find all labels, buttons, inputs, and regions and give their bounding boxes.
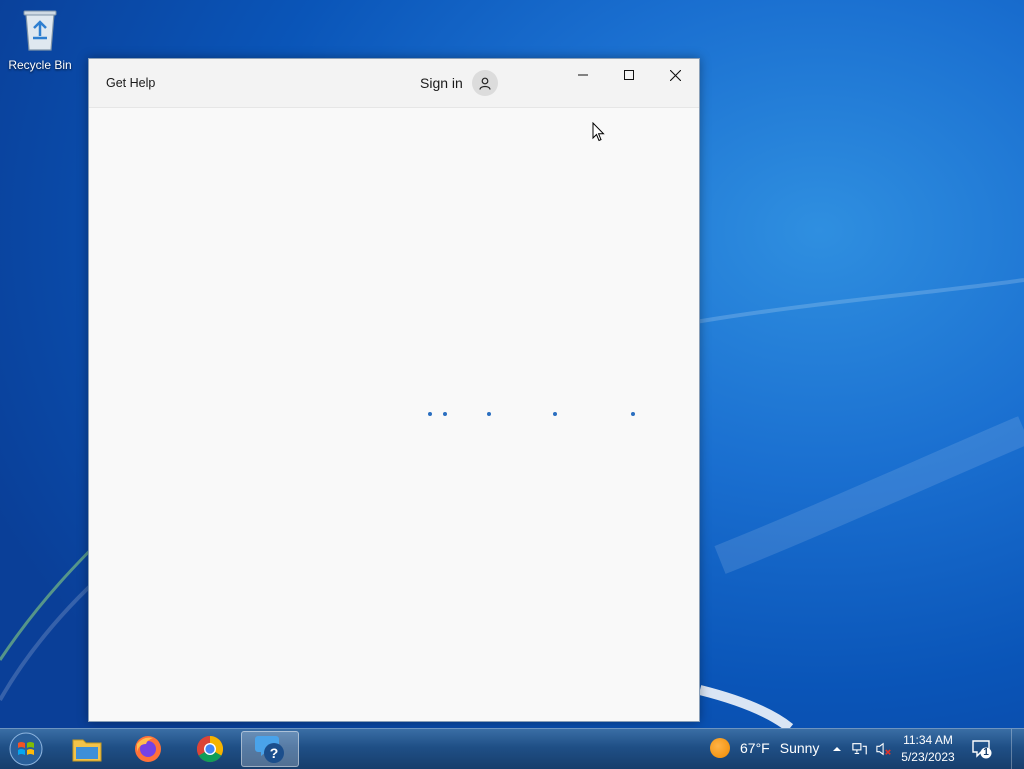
chevron-up-icon <box>833 747 841 751</box>
get-help-window: Get Help Sign in <box>88 58 700 722</box>
svg-text:?: ? <box>270 745 279 761</box>
firefox-icon <box>135 736 161 762</box>
desktop-icon-label: Recycle Bin <box>8 58 72 72</box>
folder-icon <box>72 739 102 762</box>
taskbar-firefox[interactable] <box>119 731 177 767</box>
sun-icon <box>710 738 730 758</box>
system-clock[interactable]: 11:34 AM 5/23/2023 <box>892 732 964 766</box>
network-status-icon[interactable] <box>852 741 868 757</box>
clock-time: 11:34 AM <box>903 733 953 747</box>
taskbar-file-explorer[interactable] <box>58 731 116 767</box>
help-content-area <box>89 108 699 721</box>
desktop-icon-recycle-bin[interactable]: Recycle Bin <box>4 6 76 78</box>
windows-logo-icon <box>9 732 43 766</box>
minimize-button[interactable] <box>560 59 606 91</box>
loading-dot <box>428 412 432 416</box>
weather-condition: Sunny <box>779 740 820 756</box>
sign-in-button[interactable]: Sign in <box>420 70 498 96</box>
minimize-icon <box>578 74 588 76</box>
window-title: Get Help <box>106 76 156 90</box>
taskbar-get-help[interactable]: ? <box>241 731 299 767</box>
maximize-icon <box>624 70 634 80</box>
mouse-cursor-icon <box>592 122 605 142</box>
loading-dot <box>631 412 635 416</box>
action-center-button[interactable]: 1 <box>972 739 992 759</box>
recycle-bin-icon <box>23 10 57 51</box>
show-hidden-icons-button[interactable] <box>829 741 845 757</box>
clock-date: 5/23/2023 <box>901 750 955 764</box>
get-help-icon: ? <box>255 736 284 763</box>
close-button[interactable] <box>652 59 698 91</box>
loading-dot <box>443 412 447 416</box>
weather-temperature: 67°F <box>740 740 770 756</box>
chrome-icon <box>196 735 224 763</box>
taskbar: ? 67°F Sunny 11:34 AM 5/23/2023 1 <box>0 728 1024 769</box>
loading-dot <box>553 412 557 416</box>
taskbar-chrome[interactable] <box>181 731 239 767</box>
weather-widget[interactable]: 67°F Sunny <box>710 738 819 758</box>
close-icon <box>669 69 681 81</box>
show-desktop-button[interactable] <box>1011 729 1024 769</box>
user-avatar-icon <box>471 70 498 96</box>
notification-count: 1 <box>983 747 989 758</box>
maximize-button[interactable] <box>606 59 652 91</box>
start-button[interactable] <box>4 730 48 768</box>
volume-muted-icon[interactable] <box>876 741 892 757</box>
window-titlebar[interactable]: Get Help Sign in <box>89 59 699 108</box>
sign-in-label: Sign in <box>420 75 463 91</box>
loading-dot <box>487 412 491 416</box>
